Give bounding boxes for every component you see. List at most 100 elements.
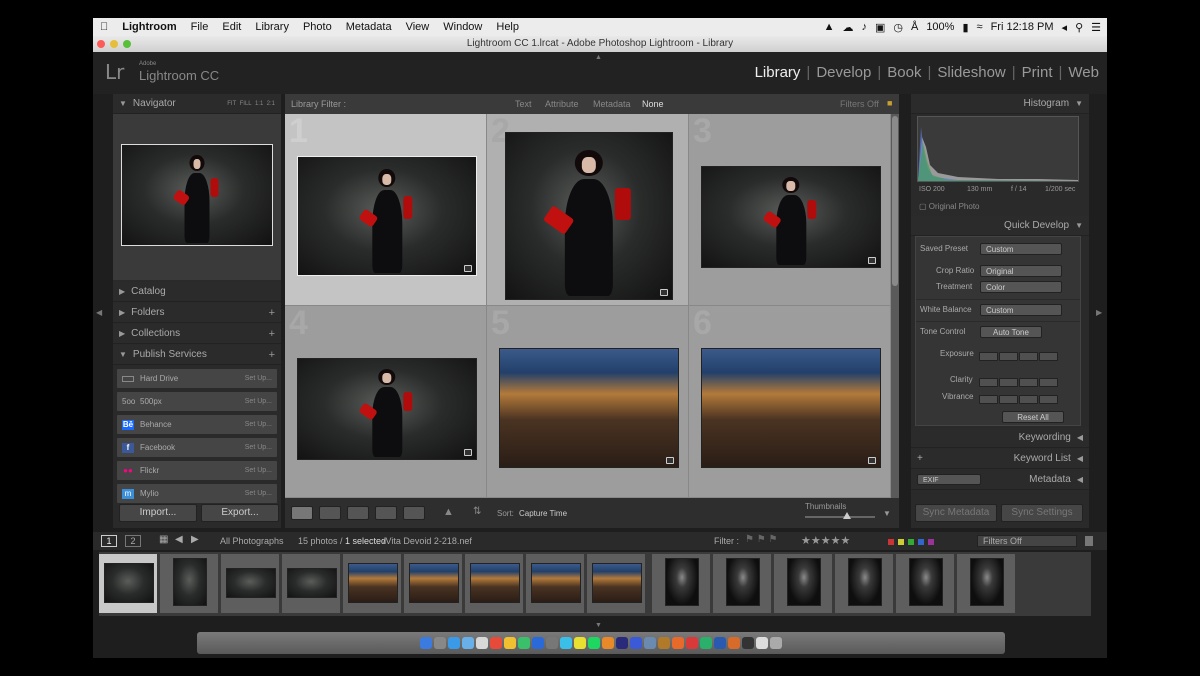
grid-scroll-thumb[interactable] xyxy=(892,116,898,286)
appstore-icon[interactable] xyxy=(532,637,544,649)
calendar-icon[interactable] xyxy=(490,637,502,649)
excel-icon[interactable] xyxy=(700,637,712,649)
filmstrip-thumb[interactable] xyxy=(713,554,772,613)
setup-link[interactable]: Set Up... xyxy=(245,490,272,497)
zoom-fill[interactable]: FILL xyxy=(240,101,252,107)
navigator-header[interactable]: ▼ Navigator FIT FILL 1:1 2:1 xyxy=(113,94,281,114)
histogram-header[interactable]: Histogram ▼ xyxy=(911,94,1089,114)
illustrator-icon[interactable] xyxy=(602,637,614,649)
service-500px[interactable]: 5oo 500px Set Up... xyxy=(116,391,278,412)
add-folder-icon[interactable]: + xyxy=(269,307,275,319)
crop-ratio-select[interactable]: Original xyxy=(980,265,1062,277)
filmstrip-thumb[interactable] xyxy=(343,554,402,613)
filmstrip-source[interactable]: All Photographs xyxy=(220,536,284,546)
bluetooth-icon[interactable]: Å xyxy=(911,21,918,33)
add-publish-service-icon[interactable]: + xyxy=(269,349,275,361)
minimize-window-icon[interactable] xyxy=(110,40,118,48)
menu-metadata[interactable]: Metadata xyxy=(339,21,399,33)
zoom-window-icon[interactable] xyxy=(123,40,131,48)
lightroom-dock-icon[interactable] xyxy=(644,637,656,649)
vibrance-buttons[interactable] xyxy=(978,391,1058,409)
grid-cell[interactable]: 1 xyxy=(285,112,487,306)
module-slideshow[interactable]: Slideshow xyxy=(937,64,1005,81)
terminal-icon[interactable] xyxy=(742,637,754,649)
wifi-icon[interactable]: ≈ xyxy=(977,21,983,33)
module-web[interactable]: Web xyxy=(1068,64,1099,81)
clarity-buttons[interactable] xyxy=(978,374,1058,392)
menu-help[interactable]: Help xyxy=(489,21,526,33)
grid-photo[interactable] xyxy=(505,132,673,300)
volume-icon[interactable]: ◂ xyxy=(1062,21,1068,34)
grid-scrollbar[interactable] xyxy=(891,114,899,498)
photoshop-icon[interactable] xyxy=(630,637,642,649)
filmstrip-filters-select[interactable]: Filters Off xyxy=(977,535,1077,547)
sort-select[interactable]: Capture Time xyxy=(519,509,567,518)
collections-header[interactable]: ▶ Collections + xyxy=(113,324,281,344)
exposure-buttons[interactable] xyxy=(978,348,1058,366)
top-panel-toggle-icon[interactable]: ▲ xyxy=(595,54,602,61)
spotlight-icon[interactable]: ⚲ xyxy=(1075,21,1083,34)
sync-metadata-button[interactable]: Sync Metadata xyxy=(915,504,997,522)
filter-attribute[interactable]: Attribute xyxy=(545,99,579,109)
filmstrip-thumb[interactable] xyxy=(282,554,341,613)
setup-link[interactable]: Set Up... xyxy=(245,398,272,405)
metadata-preset-select[interactable]: EXIF xyxy=(917,474,981,485)
module-develop[interactable]: Develop xyxy=(816,64,871,81)
notes-icon[interactable] xyxy=(504,637,516,649)
music-icon[interactable] xyxy=(686,637,698,649)
filmstrip-thumb[interactable] xyxy=(896,554,955,613)
menu-library[interactable]: Library xyxy=(248,21,296,33)
messages-icon[interactable] xyxy=(518,637,530,649)
grid-photo[interactable] xyxy=(499,348,679,468)
forward-arrow-icon[interactable]: ▶ xyxy=(191,534,199,545)
add-collection-icon[interactable]: + xyxy=(269,328,275,340)
filmstrip-thumb[interactable] xyxy=(835,554,894,613)
loupe-view-icon[interactable] xyxy=(319,506,341,520)
color-label-filter-icon[interactable] xyxy=(888,537,968,545)
navigator-photo[interactable] xyxy=(121,144,273,246)
zoom-2-1[interactable]: 2:1 xyxy=(267,101,275,107)
auto-tone-button[interactable]: Auto Tone xyxy=(980,326,1042,338)
word-icon[interactable] xyxy=(714,637,726,649)
clock-icon[interactable]: ◷ xyxy=(893,21,903,34)
filmstrip-thumb[interactable] xyxy=(99,554,158,613)
publish-services-header[interactable]: ▼ Publish Services + xyxy=(113,345,281,365)
import-button[interactable]: Import... xyxy=(119,504,197,522)
filmstrip-thumb[interactable] xyxy=(957,554,1016,613)
grid-cell[interactable]: 3 xyxy=(689,112,891,306)
downloads-icon[interactable] xyxy=(756,637,768,649)
selected-filename[interactable]: /Vita Devoid 2-218.nef xyxy=(383,536,472,546)
menu-file[interactable]: File xyxy=(184,21,216,33)
filters-off-select[interactable]: Filters Off xyxy=(840,99,879,109)
menu-app[interactable]: Lightroom xyxy=(115,21,183,33)
service-behance[interactable]: Bē Behance Set Up... xyxy=(116,414,278,435)
powerpoint-icon[interactable] xyxy=(728,637,740,649)
flag-filter-icon[interactable]: ⚑ ⚑ ⚑ xyxy=(745,534,777,545)
folders-header[interactable]: ▶ Folders + xyxy=(113,303,281,323)
safari-icon[interactable] xyxy=(448,637,460,649)
menu-photo[interactable]: Photo xyxy=(296,21,339,33)
metadata-header[interactable]: EXIF Metadata ◀ xyxy=(911,470,1089,490)
dropbox-icon[interactable]: ▲ xyxy=(824,21,835,33)
module-library[interactable]: Library xyxy=(755,64,801,81)
module-book[interactable]: Book xyxy=(887,64,921,81)
firefox-icon[interactable] xyxy=(672,637,684,649)
toolbar-menu-icon[interactable]: ▼ xyxy=(883,509,891,518)
grid-view-icon[interactable] xyxy=(291,506,313,520)
filter-lock-icon[interactable] xyxy=(1085,536,1093,546)
grid-photo[interactable] xyxy=(297,358,477,460)
display-icon[interactable]: ▣ xyxy=(875,21,885,34)
compare-view-icon[interactable] xyxy=(347,506,369,520)
lock-icon[interactable]: ■ xyxy=(887,98,892,108)
menu-clock[interactable]: Fri 12:18 PM xyxy=(991,21,1054,33)
cloud-icon[interactable]: ☁ xyxy=(842,21,853,34)
filmstrip-thumb[interactable] xyxy=(652,554,711,613)
zoom-1-1[interactable]: 1:1 xyxy=(255,101,263,107)
grid-cell[interactable]: 4 xyxy=(285,304,487,498)
left-panel-toggle-icon[interactable]: ◀ xyxy=(96,308,102,317)
filter-text[interactable]: Text xyxy=(515,99,532,109)
service-hard-drive[interactable]: Hard Drive Set Up... xyxy=(116,368,278,389)
skype-icon[interactable] xyxy=(560,637,572,649)
filmstrip-thumb[interactable] xyxy=(587,554,646,613)
people-view-icon[interactable] xyxy=(403,506,425,520)
